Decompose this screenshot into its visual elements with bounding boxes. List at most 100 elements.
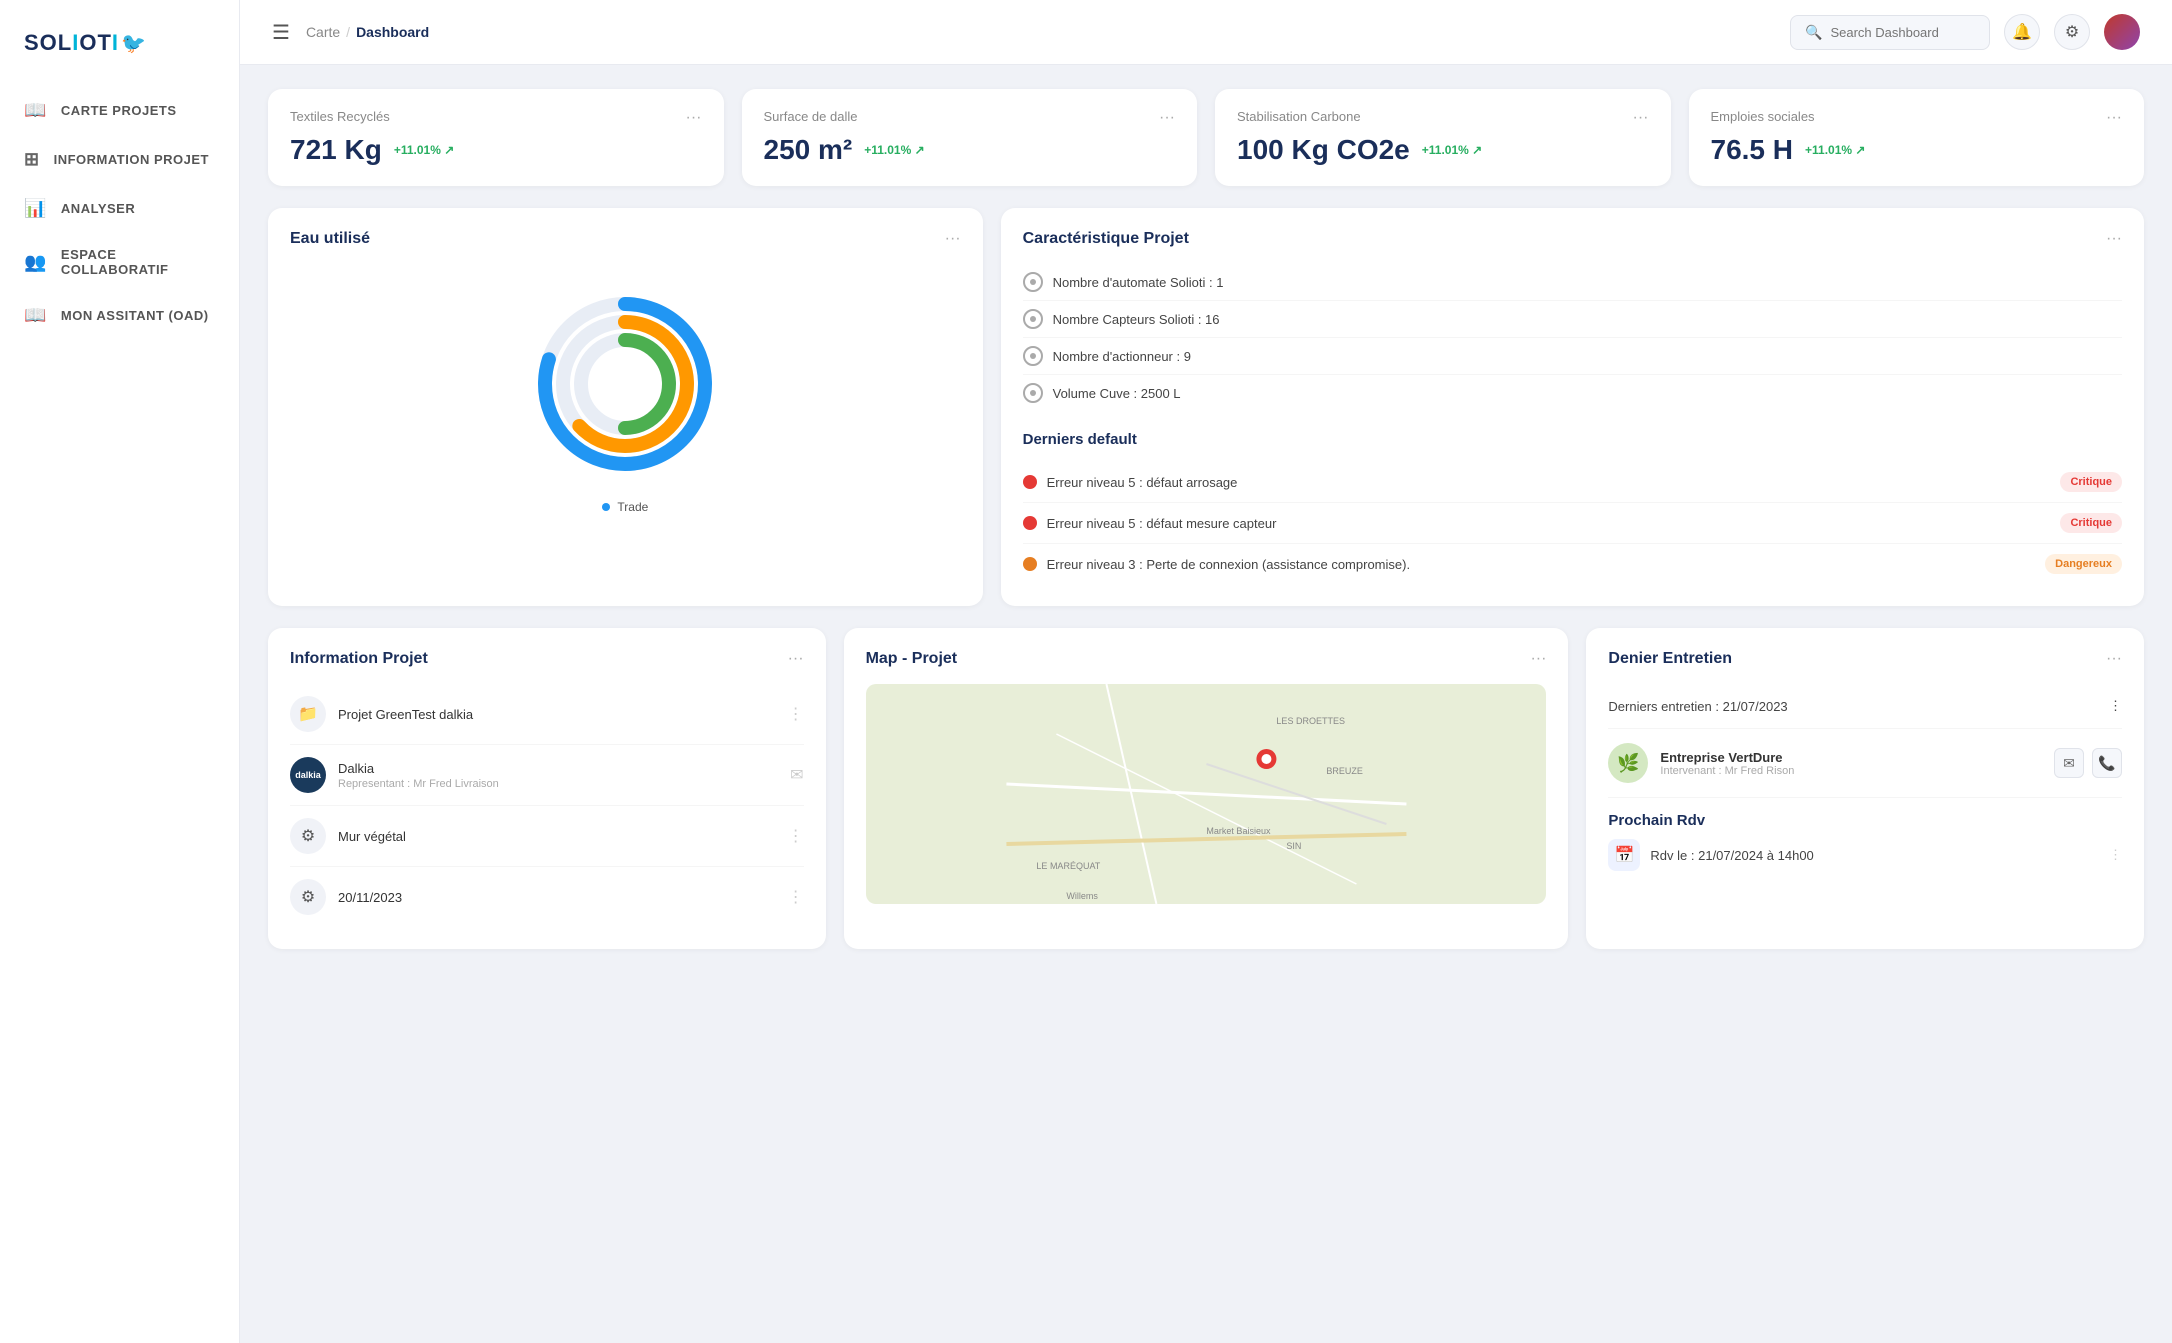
info-item-3: ⚙ 20/11/2023 ⋮ <box>290 867 804 927</box>
map-label-sin: SIN <box>1286 841 1301 851</box>
defaults-list: Erreur niveau 5 : défaut arrosage Critiq… <box>1023 462 2122 584</box>
stat-card-emplois: Emploies sociales ··· 76.5 H +11.01% ↗ <box>1689 89 2145 186</box>
notification-button[interactable]: 🔔 <box>2004 14 2040 50</box>
entretien-date-row: Derniers entretien : 21/07/2023 ⋮ <box>1608 684 2122 729</box>
search-input[interactable] <box>1830 25 1975 40</box>
rdv-label: Rdv le : 21/07/2024 à 14h00 <box>1650 848 1813 863</box>
stat-more-emplois[interactable]: ··· <box>2106 109 2122 127</box>
default-text-1: Erreur niveau 5 : défaut mesure capteur <box>1047 516 2051 531</box>
sidebar-item-carte-projets[interactable]: 📖 CARTE PROJETS <box>0 86 239 135</box>
info-item-1: dalkia Dalkia Representant : Mr Fred Liv… <box>290 745 804 806</box>
info-name-3: 20/11/2023 <box>338 890 776 905</box>
info-item-more-0[interactable]: ⋮ <box>788 704 804 724</box>
stat-title-surface: Surface de dalle <box>764 109 858 124</box>
info-item-more-1[interactable]: ✉ <box>790 765 803 785</box>
info-projet-more[interactable]: ··· <box>788 650 804 668</box>
espace-collaboratif-icon: 👥 <box>24 252 47 273</box>
info-text-0: Projet GreenTest dalkia <box>338 707 776 722</box>
stat-trend-emplois: +11.01% ↗ <box>1805 143 1865 157</box>
stat-more-surface[interactable]: ··· <box>1159 109 1175 127</box>
badge-critique-1: Critique <box>2060 513 2122 533</box>
info-name-1: Dalkia <box>338 761 778 776</box>
default-dot-2 <box>1023 557 1037 571</box>
caracteristique-list: Nombre d'automate Solioti : 1 Nombre Cap… <box>1023 264 2122 411</box>
sidebar-item-label: MON ASSITANT (OAD) <box>61 308 209 323</box>
legend-trade: Trade <box>602 500 648 514</box>
breadcrumb-parent: Carte <box>306 24 340 40</box>
rdv-more[interactable]: ⋮ <box>2109 847 2122 863</box>
default-text-2: Erreur niveau 3 : Perte de connexion (as… <box>1047 557 2036 572</box>
entretien-email-button[interactable]: ✉ <box>2054 748 2084 778</box>
entretien-avatar: 🌿 <box>1608 743 1648 783</box>
rdv-row: 📅 Rdv le : 21/07/2024 à 14h00 ⋮ <box>1608 839 2122 871</box>
carac-icon-2 <box>1023 346 1043 366</box>
search-box[interactable]: 🔍 <box>1790 15 1990 50</box>
sidebar: SOLIOTI🐦 📖 CARTE PROJETS ⊞ INFORMATION P… <box>0 0 240 1343</box>
info-name-0: Projet GreenTest dalkia <box>338 707 776 722</box>
map-pin-inner <box>1261 754 1271 764</box>
carac-item-2: Nombre d'actionneur : 9 <box>1023 338 2122 375</box>
stat-title-textiles: Textiles Recyclés <box>290 109 390 124</box>
stat-trend-surface: +11.01% ↗ <box>864 143 924 157</box>
badge-critique-0: Critique <box>2060 472 2122 492</box>
main-content: ☰ Carte / Dashboard 🔍 🔔 ⚙ Texti <box>240 0 2172 1343</box>
stat-title-carbone: Stabilisation Carbone <box>1237 109 1361 124</box>
entretien-date-more[interactable]: ⋮ <box>2109 698 2122 714</box>
entretien-phone-button[interactable]: 📞 <box>2092 748 2122 778</box>
default-row-1: Erreur niveau 5 : défaut mesure capteur … <box>1023 503 2122 544</box>
eau-utilise-card: Eau utilisé ··· <box>268 208 983 606</box>
dalkia-avatar: dalkia <box>290 757 326 793</box>
stat-more-textiles[interactable]: ··· <box>686 109 702 127</box>
info-text-2: Mur végétal <box>338 829 776 844</box>
map-card: Map - Projet ··· LES DROETTES BRE <box>844 628 1569 949</box>
stat-card-carbone: Stabilisation Carbone ··· 100 Kg CO2e +1… <box>1215 89 1671 186</box>
breadcrumb-current: Dashboard <box>356 24 429 40</box>
map-label-willems: Willems <box>1066 891 1098 901</box>
sidebar-item-espace-collaboratif[interactable]: 👥 ESPACE COLLABORATIF <box>0 233 239 291</box>
hamburger-button[interactable]: ☰ <box>272 20 290 45</box>
caracteristique-more[interactable]: ··· <box>2106 230 2122 248</box>
eau-utilise-more[interactable]: ··· <box>945 230 961 248</box>
map-label-market: Market Baisieux <box>1206 826 1271 836</box>
info-item-more-3[interactable]: ⋮ <box>788 887 804 907</box>
default-dot-1 <box>1023 516 1037 530</box>
stats-row: Textiles Recyclés ··· 721 Kg +11.01% ↗ S… <box>268 89 2144 186</box>
sidebar-item-label: ESPACE COLLABORATIF <box>61 247 215 277</box>
map-label-marequat: LE MARÉQUAT <box>1036 861 1100 871</box>
rdv-calendar-icon: 📅 <box>1608 839 1640 871</box>
info-item-2: ⚙ Mur végétal ⋮ <box>290 806 804 867</box>
sidebar-item-label: ANALYSER <box>61 201 135 216</box>
logo-area: SOLIOTI🐦 <box>0 20 239 86</box>
dashboard-content: Textiles Recyclés ··· 721 Kg +11.01% ↗ S… <box>240 65 2172 1343</box>
defaults-title: Derniers default <box>1023 431 2122 448</box>
default-row-2: Erreur niveau 3 : Perte de connexion (as… <box>1023 544 2122 584</box>
stat-value-carbone: 100 Kg CO2e <box>1237 134 1410 166</box>
stat-card-surface: Surface de dalle ··· 250 m² +11.01% ↗ <box>742 89 1198 186</box>
entretien-person-row: 🌿 Entreprise VertDure Intervenant : Mr F… <box>1608 729 2122 798</box>
sidebar-item-label: INFORMATION PROJET <box>54 152 209 167</box>
info-icon-2: ⚙ <box>290 818 326 854</box>
carac-item-3: Volume Cuve : 2500 L <box>1023 375 2122 411</box>
caracteristique-title: Caractéristique Projet <box>1023 230 1189 248</box>
sidebar-item-analyser[interactable]: 📊 ANALYSER <box>0 184 239 233</box>
user-avatar[interactable] <box>2104 14 2140 50</box>
stat-value-emplois: 76.5 H <box>1711 134 1794 166</box>
donut-legend: Trade <box>602 500 648 514</box>
entretien-more[interactable]: ··· <box>2106 650 2122 668</box>
sidebar-item-information-projet[interactable]: ⊞ INFORMATION PROJET <box>0 135 239 184</box>
sidebar-item-mon-assistant[interactable]: 📖 MON ASSITANT (OAD) <box>0 291 239 340</box>
info-item-more-2[interactable]: ⋮ <box>788 826 804 846</box>
prochain-rdv-title: Prochain Rdv <box>1608 812 2122 829</box>
stat-title-emplois: Emploies sociales <box>1711 109 1815 124</box>
legend-dot-blue <box>602 503 610 511</box>
entretien-title: Denier Entretien <box>1608 650 1732 668</box>
stat-value-textiles: 721 Kg <box>290 134 382 166</box>
entretien-person-info: Entreprise VertDure Intervenant : Mr Fre… <box>1660 750 1794 777</box>
header-right: 🔍 🔔 ⚙ <box>1790 14 2140 50</box>
info-text-1: Dalkia Representant : Mr Fred Livraison <box>338 761 778 790</box>
middle-row: Eau utilisé ··· <box>268 208 2144 606</box>
stat-more-carbone[interactable]: ··· <box>1633 109 1649 127</box>
map-more[interactable]: ··· <box>1530 650 1546 668</box>
settings-button[interactable]: ⚙ <box>2054 14 2090 50</box>
stat-value-surface: 250 m² <box>764 134 853 166</box>
